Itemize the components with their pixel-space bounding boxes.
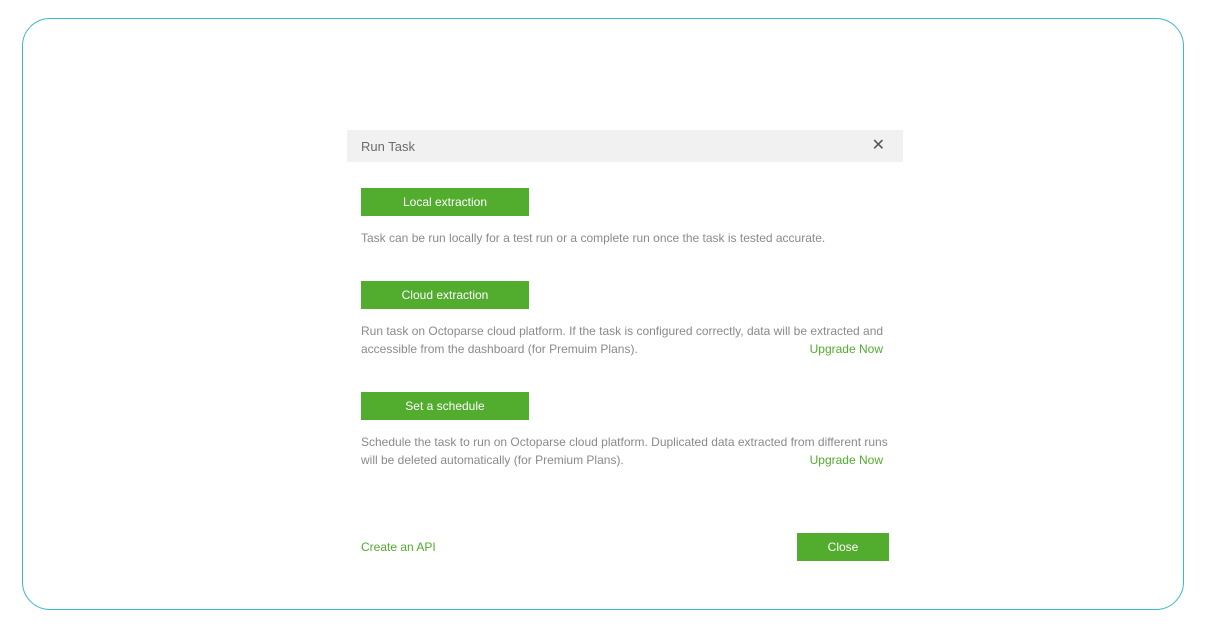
- set-schedule-button[interactable]: Set a schedule: [361, 392, 529, 420]
- close-button[interactable]: Close: [797, 533, 889, 561]
- upgrade-now-link-cloud[interactable]: Upgrade Now: [810, 340, 883, 358]
- modal-body: Local extraction Task can be run locally…: [347, 162, 903, 469]
- outer-frame: Run Task ✕ Local extraction Task can be …: [22, 18, 1184, 610]
- local-desc-text: Task can be run locally for a test run o…: [361, 229, 889, 247]
- cloud-extraction-desc: Run task on Octoparse cloud platform. If…: [361, 322, 889, 358]
- schedule-desc: Schedule the task to run on Octoparse cl…: [361, 433, 889, 469]
- local-extraction-desc: Task can be run locally for a test run o…: [361, 229, 889, 247]
- close-icon[interactable]: ✕: [868, 134, 889, 158]
- cloud-extraction-button[interactable]: Cloud extraction: [361, 281, 529, 309]
- create-api-link[interactable]: Create an API: [361, 540, 436, 554]
- modal-title: Run Task: [361, 139, 415, 154]
- upgrade-now-link-schedule[interactable]: Upgrade Now: [810, 451, 883, 469]
- run-task-modal: Run Task ✕ Local extraction Task can be …: [347, 130, 903, 561]
- local-extraction-section: Local extraction Task can be run locally…: [361, 188, 889, 247]
- local-extraction-button[interactable]: Local extraction: [361, 188, 529, 216]
- modal-header: Run Task ✕: [347, 130, 903, 162]
- cloud-extraction-section: Cloud extraction Run task on Octoparse c…: [361, 281, 889, 358]
- schedule-section: Set a schedule Schedule the task to run …: [361, 392, 889, 469]
- modal-footer: Create an API Close: [347, 503, 903, 561]
